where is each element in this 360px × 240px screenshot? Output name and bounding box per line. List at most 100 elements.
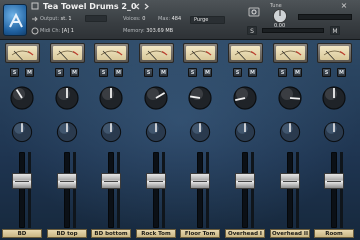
vu-meter [317, 43, 352, 63]
instrument-name[interactable]: Tea Towel Drums 2_0 [43, 2, 137, 11]
camera-icon[interactable] [248, 4, 260, 18]
fader-track[interactable] [19, 152, 25, 228]
channel-level-meter [340, 152, 343, 228]
fader-track[interactable] [153, 152, 159, 228]
channel-strip: S M Overhead I [223, 40, 267, 240]
mute-button[interactable]: M [248, 68, 257, 77]
vu-needle [58, 50, 68, 60]
send-knob[interactable] [320, 118, 348, 146]
channel-level-meter [251, 152, 254, 228]
solo-instrument-button[interactable]: S [247, 26, 257, 35]
channel-name-label: Overhead I [225, 229, 265, 238]
mute-button[interactable]: M [25, 68, 34, 77]
midi-icon [31, 27, 39, 35]
pan-knob[interactable] [274, 82, 306, 114]
volume-fader[interactable] [235, 173, 255, 189]
solo-button[interactable]: S [144, 68, 153, 77]
max-row[interactable]: Max: 484 [158, 16, 181, 22]
send-knob[interactable] [142, 118, 170, 146]
mute-button[interactable]: M [337, 68, 346, 77]
solo-button[interactable]: S [322, 68, 331, 77]
pan-knob[interactable] [140, 82, 172, 114]
midi-value[interactable]: [A] 1 [62, 28, 74, 34]
send-knob[interactable] [53, 118, 81, 146]
max-value[interactable]: 484 [172, 16, 182, 22]
pan-knob[interactable] [51, 82, 83, 114]
volume-fader[interactable] [280, 173, 300, 189]
voices-row: Voices: 0 [123, 16, 145, 22]
vu-needle [13, 50, 23, 60]
chevron-left-icon[interactable] [134, 3, 141, 10]
mute-button[interactable]: M [293, 68, 302, 77]
purge-dropdown[interactable]: Purge [190, 16, 225, 24]
channel-level-meter [296, 152, 299, 228]
voices-label: Voices: [123, 16, 141, 22]
mute-button[interactable]: M [203, 68, 212, 77]
volume-fader[interactable] [57, 173, 77, 189]
vu-meter-face [276, 46, 305, 60]
solo-button[interactable]: S [233, 68, 242, 77]
vu-meter [228, 43, 263, 63]
volume-fader[interactable] [146, 173, 166, 189]
volume-fader[interactable] [101, 173, 121, 189]
vu-meter-face [231, 46, 260, 60]
pan-knob[interactable] [318, 82, 350, 114]
tune-knob[interactable] [268, 8, 292, 23]
pan-knob[interactable] [95, 82, 127, 114]
mute-button[interactable]: M [70, 68, 79, 77]
fader-track[interactable] [242, 152, 248, 228]
fader-track[interactable] [108, 152, 114, 228]
fader-track[interactable] [331, 152, 337, 228]
mute-button[interactable]: M [159, 68, 168, 77]
vu-needle [102, 50, 112, 60]
volume-fader[interactable] [12, 173, 32, 189]
vu-meter [50, 43, 85, 63]
send-knob[interactable] [8, 118, 36, 146]
vu-needle [191, 50, 201, 60]
mute-instrument-button[interactable]: M [330, 26, 340, 35]
vu-needle [236, 50, 246, 60]
send-knob[interactable] [186, 118, 214, 146]
output-dropdown[interactable] [85, 15, 107, 22]
channel-name-label: Room [314, 229, 354, 238]
send-knob[interactable] [97, 118, 125, 146]
purge-label: Purge [194, 17, 209, 23]
output-row[interactable]: Output: st. 1 [40, 16, 72, 22]
fader-track[interactable] [64, 152, 70, 228]
solo-button[interactable]: S [188, 68, 197, 77]
drum-mixer: S M BD S M BD top S M BD bottom S M Rock Tom S M Floor… [0, 40, 360, 240]
channel-strip: S M BD bottom [89, 40, 133, 240]
volume-fader[interactable] [324, 173, 344, 189]
solo-button[interactable]: S [55, 68, 64, 77]
vu-meter [94, 43, 129, 63]
midi-row[interactable]: Midi Ch: [A] 1 [40, 28, 74, 34]
channel-strip: S M Room [312, 40, 356, 240]
fader-track[interactable] [197, 152, 203, 228]
solo-button[interactable]: S [10, 68, 19, 77]
vu-meter-face [186, 46, 215, 60]
max-label: Max: [158, 16, 171, 22]
solo-button[interactable]: S [99, 68, 108, 77]
channel-strip: S M BD top [45, 40, 89, 240]
mute-button[interactable]: M [114, 68, 123, 77]
fader-track[interactable] [287, 152, 293, 228]
close-icon[interactable]: × [340, 2, 348, 10]
vu-needle [147, 50, 157, 60]
channel-strip: S M Overhead II [268, 40, 312, 240]
volume-fader[interactable] [190, 173, 210, 189]
channel-strip: S M Floor Tom [178, 40, 222, 240]
send-knob[interactable] [231, 118, 259, 146]
pan-knob[interactable] [229, 82, 261, 114]
send-knob[interactable] [276, 118, 304, 146]
channel-level-meter [117, 152, 120, 228]
kontakt-logo-icon[interactable] [3, 4, 27, 36]
output-value[interactable]: st. 1 [61, 16, 72, 22]
channel-name-label: BD bottom [91, 229, 131, 238]
pan-knob[interactable] [6, 82, 38, 114]
vu-meter-face [142, 46, 171, 60]
pan-knob[interactable] [184, 82, 216, 114]
vu-meter [139, 43, 174, 63]
instrument-pan-slider[interactable] [262, 28, 324, 33]
solo-button[interactable]: S [278, 68, 287, 77]
chevron-right-icon[interactable] [143, 3, 150, 10]
